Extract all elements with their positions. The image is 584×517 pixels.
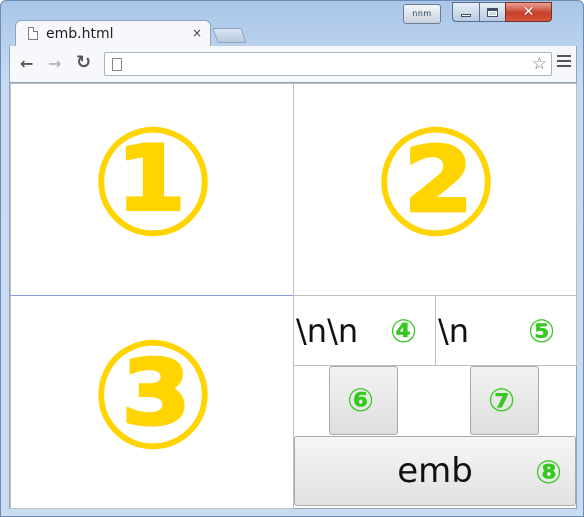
title-bar: nnm ✕ <box>1 1 583 24</box>
textarea-4[interactable]: \n\n ④ <box>293 295 436 366</box>
textarea-5-value: \n <box>438 312 470 350</box>
minimize-icon <box>461 14 471 17</box>
address-input[interactable] <box>131 55 511 73</box>
page-icon <box>112 58 122 71</box>
browser-window: nnm ✕ emb.html × ← → ↻ ☆ ① ② ③ \n\n ④ \n… <box>0 0 584 517</box>
tab-close-button[interactable]: × <box>192 26 202 40</box>
forward-button[interactable]: → <box>48 54 61 73</box>
close-icon: ✕ <box>522 4 535 20</box>
close-window-button[interactable]: ✕ <box>505 2 552 22</box>
maximize-icon <box>487 7 498 17</box>
address-bar[interactable]: ☆ <box>104 52 552 76</box>
tab-title: emb.html <box>46 25 114 42</box>
emb-button[interactable]: emb ⑧ <box>294 436 576 506</box>
frame-2[interactable]: ② <box>293 83 577 296</box>
reload-button[interactable]: ↻ <box>76 52 91 73</box>
frame-3[interactable]: ③ <box>10 295 294 509</box>
frame-1[interactable]: ① <box>10 83 294 296</box>
frame-2-number: ② <box>372 96 500 270</box>
marker-8: ⑧ <box>535 453 563 491</box>
marker-5: ⑤ <box>528 312 556 350</box>
back-button[interactable]: ← <box>20 54 33 73</box>
textarea-5[interactable]: \n ⑤ <box>435 295 577 366</box>
menu-button[interactable] <box>557 55 571 70</box>
new-tab-button[interactable] <box>212 28 247 43</box>
minimize-button[interactable] <box>452 2 479 22</box>
marker-7: ⑦ <box>488 381 516 419</box>
button-7[interactable]: ⑦ <box>470 366 539 435</box>
profile-badge[interactable]: nnm <box>403 4 441 24</box>
frame-3-number: ③ <box>89 309 217 483</box>
button-6[interactable]: ⑥ <box>329 366 398 435</box>
frame-1-number: ① <box>89 96 217 270</box>
maximize-button[interactable] <box>479 2 505 22</box>
emb-button-label: emb <box>397 451 473 491</box>
marker-6: ⑥ <box>347 381 375 419</box>
textarea-4-value: \n\n <box>296 312 359 350</box>
page-icon <box>28 27 38 40</box>
tab-emb[interactable]: emb.html × <box>15 20 211 46</box>
page-content: ① ② ③ \n\n ④ \n ⑤ ⑥ ⑦ emb ⑧ <box>9 82 577 509</box>
toolbar: ← → ↻ ☆ <box>9 46 577 82</box>
marker-4: ④ <box>390 312 418 350</box>
bookmark-star-icon[interactable]: ☆ <box>532 54 547 74</box>
window-controls: ✕ <box>452 2 552 24</box>
